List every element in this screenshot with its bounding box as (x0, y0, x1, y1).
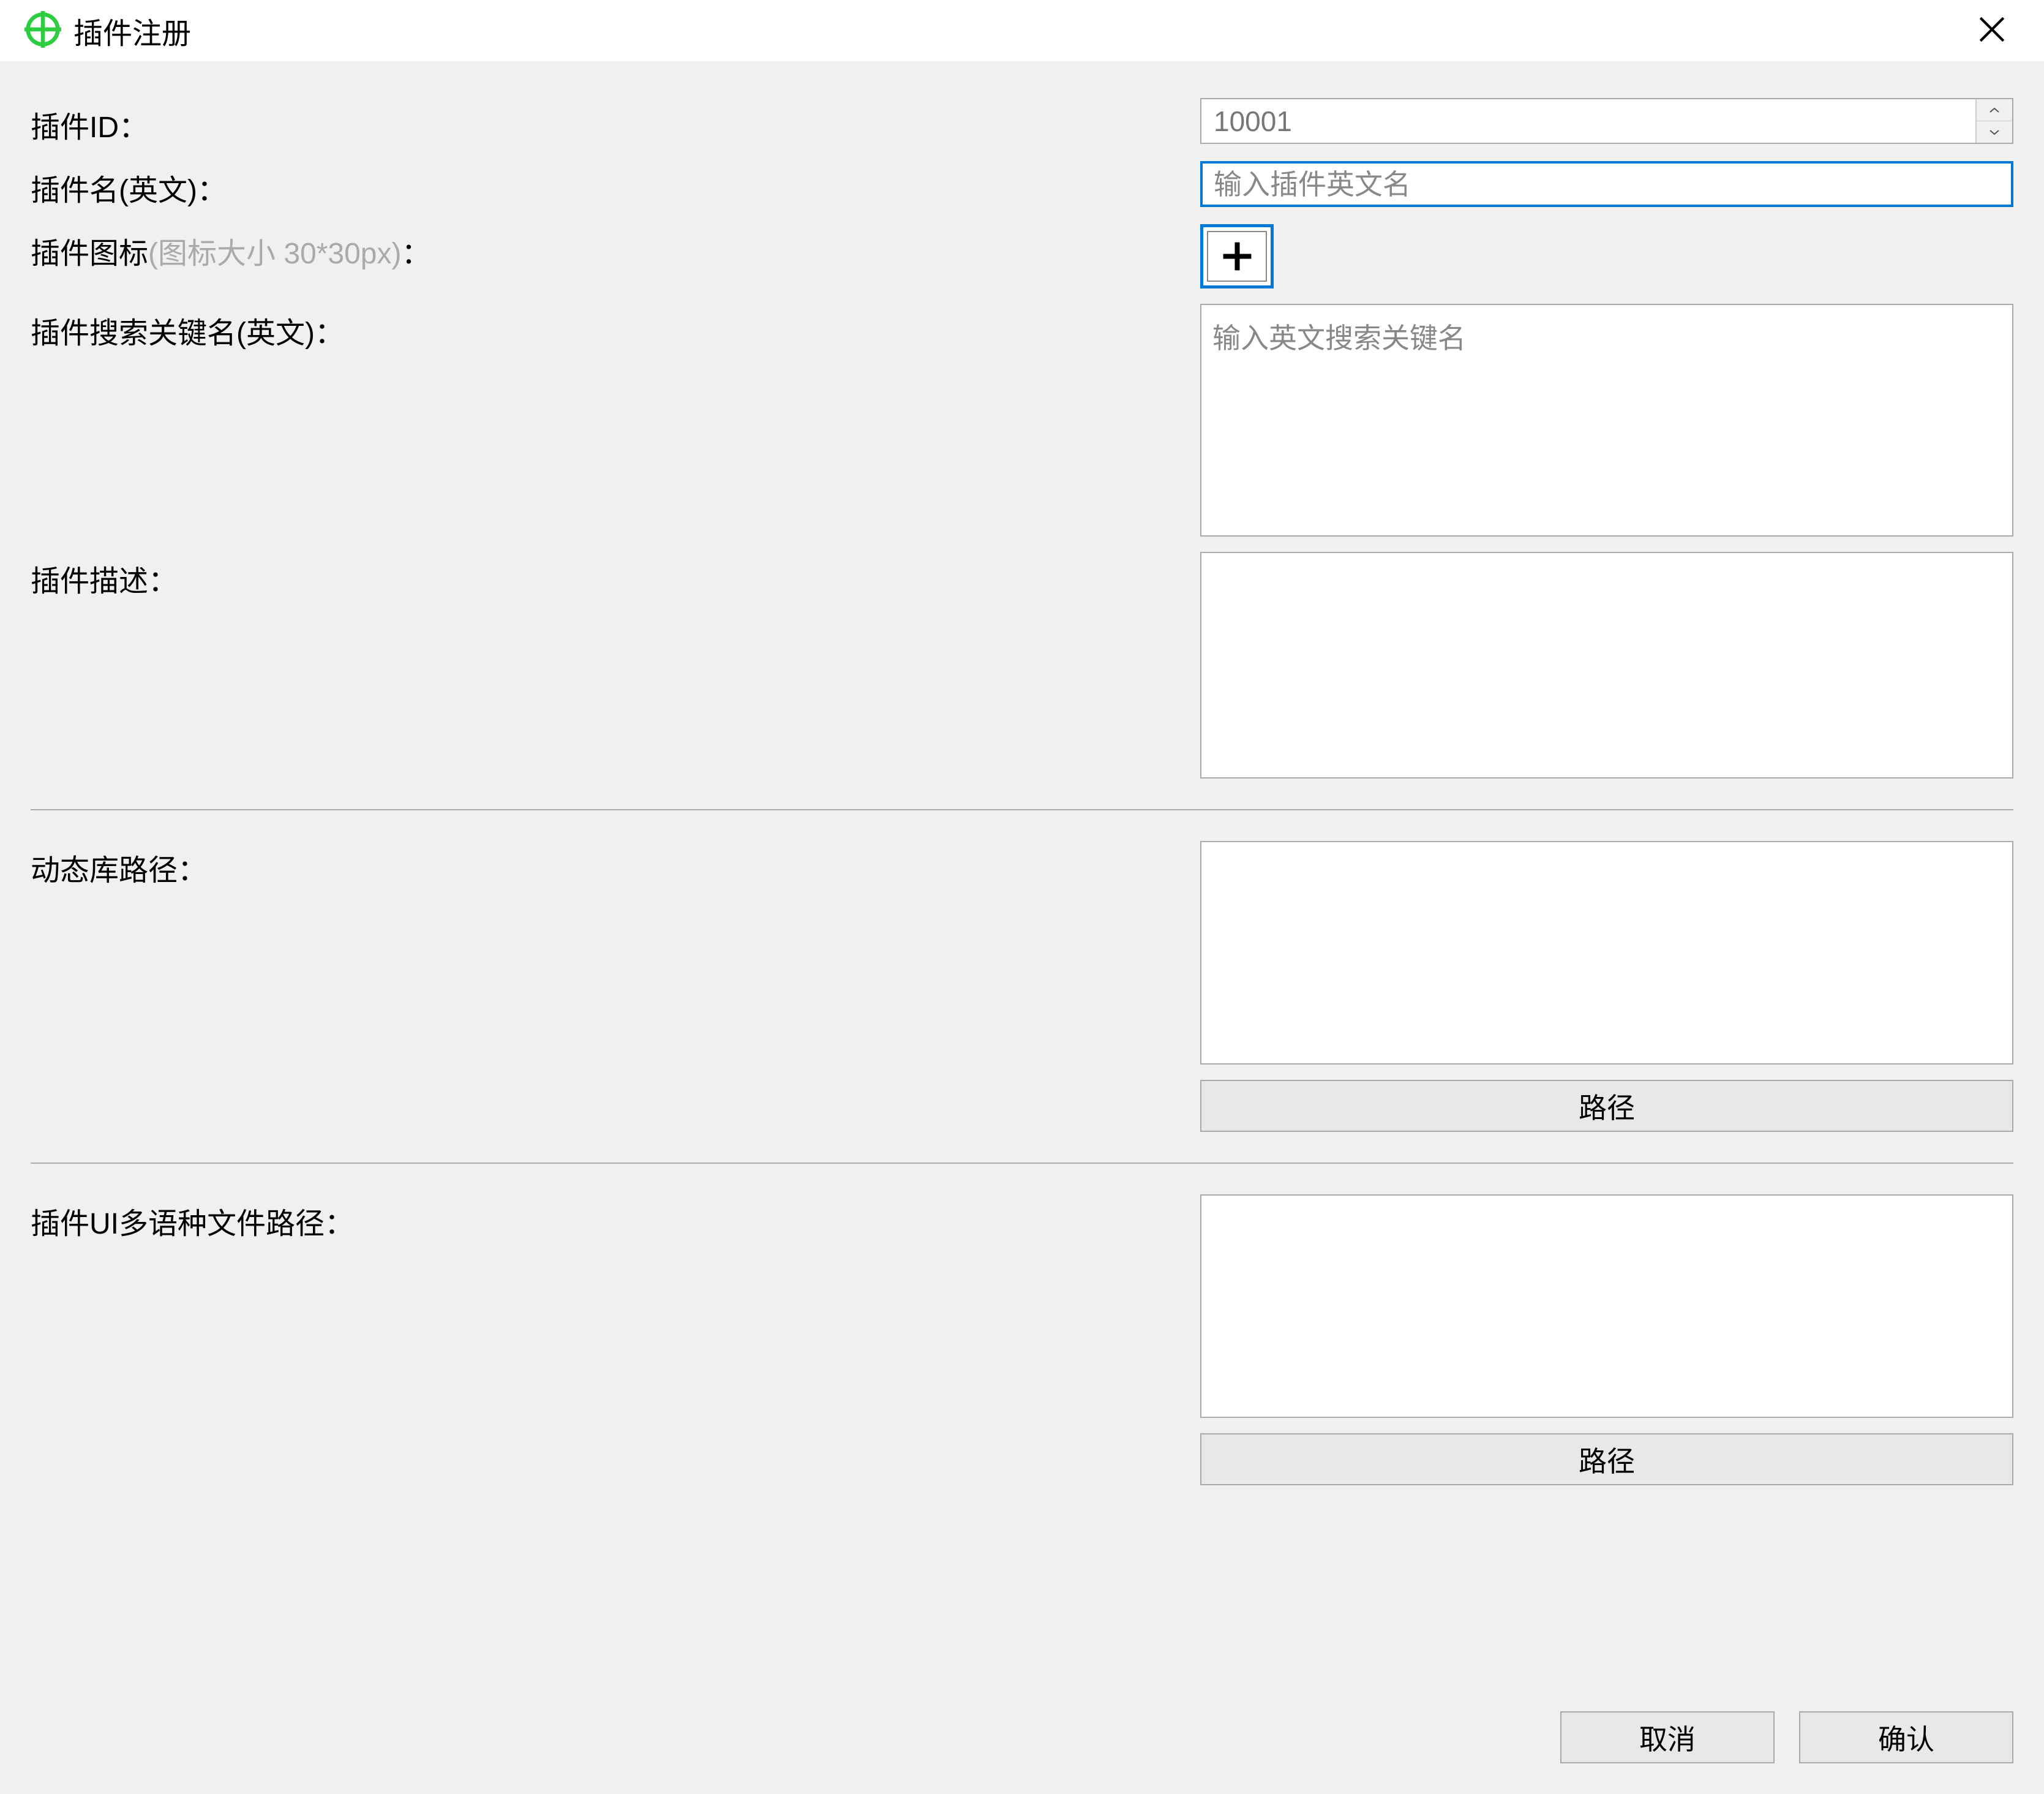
label-plugin-name: 插件名(英文)： (31, 161, 1200, 209)
label-plugin-icon-hint: (图标大小 30*30px) (148, 238, 401, 270)
app-icon (24, 11, 61, 51)
cancel-button[interactable]: 取消 (1560, 1711, 1775, 1763)
plus-icon (1220, 239, 1254, 273)
label-plugin-id: 插件ID： (31, 98, 1200, 146)
label-plugin-icon-suffix: ： (401, 238, 430, 270)
titlebar: 插件注册 (0, 0, 2044, 61)
ui-path-textarea[interactable] (1200, 1194, 2013, 1418)
chevron-down-icon (1989, 129, 2000, 135)
close-icon (1977, 14, 2007, 45)
row-search-key: 插件搜索关键名(英文)： (31, 304, 2013, 537)
label-lib-path: 动态库路径： (31, 841, 1200, 889)
plugin-id-input[interactable] (1201, 99, 1975, 143)
titlebar-left: 插件注册 (24, 9, 191, 52)
label-plugin-icon-prefix: 插件图标 (31, 238, 148, 270)
lib-path-button[interactable]: 路径 (1200, 1080, 2013, 1132)
divider-2 (31, 1163, 2013, 1164)
window-title: 插件注册 (73, 9, 191, 52)
lib-path-textarea[interactable] (1200, 841, 2013, 1065)
label-plugin-icon: 插件图标(图标大小 30*30px)： (31, 224, 1200, 272)
row-ui-path: 插件UI多语种文件路径： 路径 (31, 1194, 2013, 1485)
add-icon-button[interactable] (1200, 224, 1274, 288)
plugin-register-dialog: 插件注册 插件ID： (0, 0, 2044, 1794)
row-plugin-id: 插件ID： (31, 98, 2013, 146)
form-content: 插件ID： 插件名(英文)： (0, 61, 2044, 1693)
dialog-footer: 取消 确认 (0, 1693, 2044, 1794)
confirm-button[interactable]: 确认 (1799, 1711, 2013, 1763)
spinner-buttons (1975, 99, 2012, 143)
search-key-textarea[interactable] (1200, 304, 2013, 537)
plugin-name-input[interactable] (1200, 161, 2013, 207)
chevron-up-icon (1989, 107, 2000, 113)
plugin-id-spinner[interactable] (1200, 98, 2013, 144)
add-icon-inner (1207, 231, 1267, 282)
row-plugin-icon: 插件图标(图标大小 30*30px)： (31, 224, 2013, 288)
label-ui-path: 插件UI多语种文件路径： (31, 1194, 1200, 1242)
divider-1 (31, 809, 2013, 810)
spinner-down-button[interactable] (1977, 121, 2012, 143)
row-lib-path: 动态库路径： 路径 (31, 841, 2013, 1132)
description-textarea[interactable] (1200, 552, 2013, 778)
row-plugin-name: 插件名(英文)： (31, 161, 2013, 209)
label-search-key: 插件搜索关键名(英文)： (31, 304, 1200, 352)
ui-path-button[interactable]: 路径 (1200, 1433, 2013, 1485)
close-button[interactable] (1964, 8, 2020, 54)
row-description: 插件描述： (31, 552, 2013, 778)
label-description: 插件描述： (31, 552, 1200, 600)
spinner-up-button[interactable] (1977, 99, 2012, 121)
